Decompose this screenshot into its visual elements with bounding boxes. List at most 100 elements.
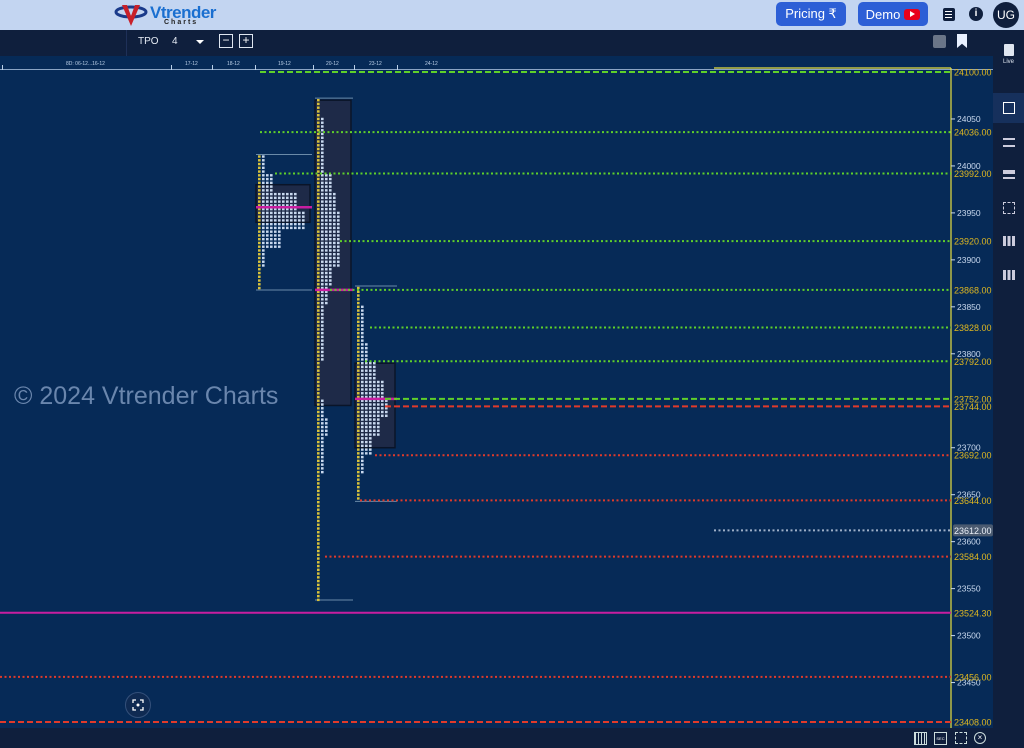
tpo-letter: [325, 222, 328, 226]
tpo-letter: [286, 200, 289, 203]
tpo-letter: [317, 444, 320, 448]
tpo-letter: [377, 380, 380, 384]
tpo-letter: [369, 418, 372, 421]
price-tick-label: 23500: [957, 631, 981, 641]
live-button[interactable]: Live: [993, 34, 1024, 74]
tpo-letter: [369, 433, 372, 436]
tpo-letter: [274, 196, 277, 200]
tpo-letter: [317, 598, 320, 602]
tpo-letter: [286, 219, 289, 222]
tpo-letter: [266, 245, 269, 248]
tpo-letter: [333, 192, 336, 196]
tpo-letter: [258, 241, 261, 245]
tpo-letter: [329, 275, 332, 278]
grid-small-button[interactable]: [993, 260, 1024, 290]
tpo-letter: [278, 211, 281, 215]
tpo-letter: [381, 380, 384, 384]
tpo-letter: [317, 523, 320, 526]
tpo-letter: [258, 181, 261, 185]
tpo-letter: [381, 403, 384, 406]
tpo-letter: [357, 482, 360, 485]
grid-button[interactable]: [993, 193, 1024, 223]
tpo-letter: [321, 204, 324, 207]
grid-icon: [1002, 202, 1015, 214]
grid-icon[interactable]: [914, 732, 927, 745]
tpo-letter: [282, 200, 285, 203]
tpo-letter: [373, 407, 376, 410]
tpo-letter: [321, 162, 324, 166]
tpo-letter: [266, 222, 269, 226]
sec-icon[interactable]: SEC: [934, 732, 947, 745]
tpo-letter: [333, 245, 336, 248]
tpo-letter: [321, 271, 324, 275]
tpo-letter: [333, 204, 336, 207]
tpo-letter: [365, 377, 368, 380]
tpo-letter: [357, 335, 360, 339]
tpo-letter: [302, 222, 305, 226]
tpo-letter: [357, 388, 360, 391]
tpo-letter: [361, 410, 364, 414]
tpo-letter: [373, 388, 376, 391]
tpo-letter: [361, 328, 364, 331]
tpo-letter: [357, 448, 360, 451]
tpo-letter: [361, 448, 364, 451]
price-tick-label: 23600: [957, 537, 981, 547]
tpo-letter: [377, 392, 380, 395]
focus-button[interactable]: [125, 692, 151, 718]
tpo-letter: [317, 369, 320, 372]
square-button[interactable]: [993, 93, 1024, 123]
tpo-letter: [258, 249, 261, 252]
level-label: 23584.00: [954, 552, 992, 562]
tpo-letter: [317, 331, 320, 335]
live-label: Live: [1002, 58, 1014, 65]
tpo-letter: [317, 564, 320, 568]
tpo-letter: [317, 346, 320, 350]
tpo-letter: [361, 331, 364, 335]
focus-icon[interactable]: [955, 732, 967, 744]
tpo-letter: [317, 144, 320, 147]
tpo-letter: [262, 234, 265, 237]
tpo-letter: [290, 211, 293, 215]
tpo-letter: [321, 260, 324, 263]
tpo-letter: [333, 230, 336, 233]
tpo-letter: [298, 215, 301, 218]
tpo-letter: [365, 354, 368, 357]
value-area-box: [314, 99, 352, 407]
tpo-letter: [317, 260, 320, 263]
tpo-letter: [329, 283, 332, 286]
tpo-letter: [317, 147, 320, 151]
level-label: 23524.30: [954, 608, 992, 618]
avatar[interactable]: UG: [993, 2, 1019, 28]
columns-button[interactable]: [993, 226, 1024, 256]
tpo-letter: [361, 459, 364, 463]
tpo-letter: [365, 452, 368, 455]
tpo-letter: [262, 219, 265, 222]
tpo-letter: [325, 207, 328, 211]
tpo-letter: [365, 429, 368, 433]
tpo-letter: [321, 410, 324, 414]
tpo-letter: [365, 384, 368, 387]
tpo-letter: [321, 331, 324, 335]
tpo-letter: [373, 410, 376, 414]
split-list-button[interactable]: [993, 127, 1024, 157]
tpo-letter: [321, 207, 324, 211]
close-circle-icon[interactable]: ×: [974, 732, 986, 744]
tpo-letter: [282, 226, 285, 230]
tpo-letter: [258, 211, 261, 215]
tpo-letter: [357, 328, 360, 331]
tpo-letter: [321, 350, 324, 354]
list-button[interactable]: [993, 159, 1024, 189]
level-label: 23828.00: [954, 323, 992, 333]
tpo-chart[interactable]: 2405024000239502390023850238002370023650…: [0, 0, 993, 728]
tpo-letter: [317, 275, 320, 278]
tpo-letter: [361, 369, 364, 372]
tpo-letter: [373, 365, 376, 369]
tpo-letter: [317, 527, 320, 530]
tpo-letter: [317, 343, 320, 346]
tpo-letter: [321, 328, 324, 331]
tpo-letter: [317, 380, 320, 384]
tpo-letter: [369, 444, 372, 448]
tpo-letter: [317, 422, 320, 425]
tpo-letter: [325, 256, 328, 260]
tpo-letter: [294, 219, 297, 222]
